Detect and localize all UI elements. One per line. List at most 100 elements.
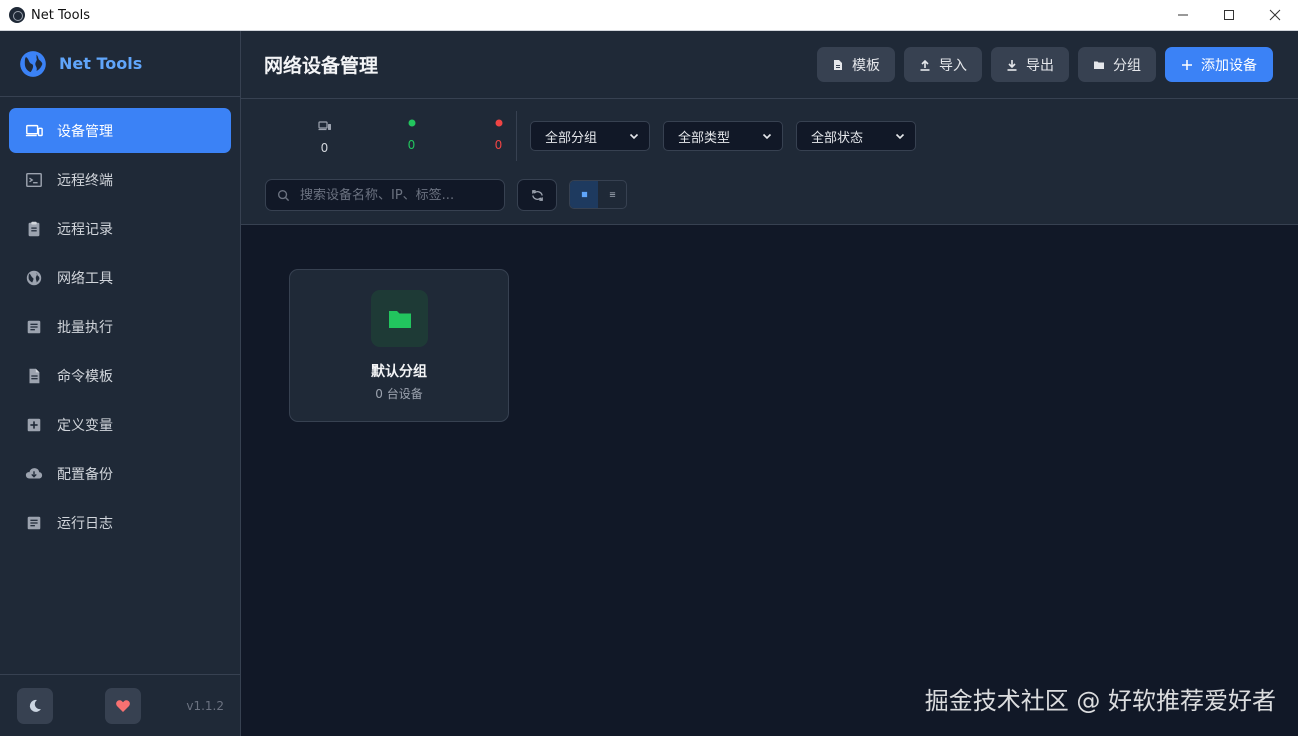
sidebar-item-label: 网络工具: [57, 270, 113, 287]
add-device-button-label: 添加设备: [1201, 57, 1257, 74]
devices-icon: [281, 119, 368, 133]
sidebar-item-batch-execute[interactable]: 批量执行: [9, 304, 231, 349]
view-toggle: [569, 180, 627, 209]
sidebar-item-remote-records[interactable]: 远程记录: [9, 206, 231, 251]
brand-name: Net Tools: [59, 54, 143, 73]
filter-panel: 0 0 0 全部分组 全部类型 全部状态: [241, 99, 1298, 225]
refresh-button[interactable]: [517, 179, 557, 211]
import-button[interactable]: 导入: [904, 47, 982, 82]
log-icon: [25, 514, 43, 532]
sidebar-item-define-variables[interactable]: 定义变量: [9, 402, 231, 447]
online-dot-icon: [368, 116, 455, 130]
close-button[interactable]: [1252, 0, 1298, 31]
app-icon: [9, 7, 25, 23]
sidebar-item-label: 运行日志: [57, 515, 113, 532]
page-title: 网络设备管理: [264, 55, 379, 77]
maximize-button[interactable]: [1206, 0, 1252, 31]
status-filter-value: 全部状态: [811, 130, 864, 146]
cloud-download-icon: [25, 465, 43, 483]
group-button-label: 分组: [1113, 57, 1141, 74]
sidebar-item-label: 定义变量: [57, 417, 113, 434]
group-name: 默认分组: [371, 364, 427, 380]
search-box: [265, 179, 505, 211]
group-card-icon-wrap: [371, 290, 428, 347]
folder-icon: [1094, 61, 1104, 69]
window-title: Net Tools: [31, 7, 90, 23]
document-icon: [834, 59, 842, 70]
status-filter-select[interactable]: 全部状态: [796, 121, 916, 151]
divider: [516, 111, 517, 161]
filter-selects: 全部分组 全部类型 全部状态: [530, 121, 916, 151]
grid-icon: [581, 191, 587, 198]
sidebar-item-device-management[interactable]: 设备管理: [9, 108, 231, 153]
search-icon: [277, 189, 290, 201]
download-icon: [1007, 59, 1017, 71]
page-header: 网络设备管理 模板 导入 导出 分组 添加设备: [241, 31, 1298, 99]
favorite-button[interactable]: [105, 687, 141, 724]
globe-icon: [25, 269, 43, 287]
heart-icon: [116, 699, 130, 712]
chevron-down-icon: [629, 133, 639, 140]
list-icon: [609, 192, 615, 197]
offline-dot-icon: [455, 116, 542, 130]
grid-view-button[interactable]: [570, 181, 598, 208]
sidebar-item-network-tools[interactable]: 网络工具: [9, 255, 231, 300]
add-device-button[interactable]: 添加设备: [1165, 47, 1273, 82]
sidebar-item-config-backup[interactable]: 配置备份: [9, 451, 231, 496]
type-filter-select[interactable]: 全部类型: [663, 121, 783, 151]
sidebar-footer: v1.1.2: [0, 674, 240, 736]
list-icon: [25, 318, 43, 336]
type-filter-value: 全部类型: [678, 130, 731, 146]
window-controls: [1160, 0, 1298, 31]
export-button-label: 导出: [1026, 57, 1054, 74]
stat-online: 0: [368, 116, 455, 155]
terminal-icon: [25, 171, 43, 189]
stat-offline: 0: [455, 116, 542, 155]
group-filter-value: 全部分组: [545, 130, 598, 146]
stat-online-value: 0: [407, 138, 416, 152]
sidebar-item-label: 设备管理: [57, 123, 113, 140]
template-button-label: 模板: [852, 57, 880, 74]
stat-total-value: 0: [320, 141, 329, 155]
theme-toggle-button[interactable]: [17, 687, 53, 724]
toolbar: 模板 导入 导出 分组 添加设备: [817, 47, 1273, 82]
plus-icon: [1182, 59, 1192, 70]
group-filter-select[interactable]: 全部分组: [530, 121, 650, 151]
sidebar-nav: 设备管理 远程终端 远程记录 网络工具 批量执行 命令模板 定义变量 配置备份 …: [0, 97, 240, 545]
export-button[interactable]: 导出: [991, 47, 1069, 82]
plus-box-icon: [25, 416, 43, 434]
stat-offline-value: 0: [494, 138, 503, 152]
search-input[interactable]: [300, 187, 490, 203]
group-card[interactable]: 默认分组 0 台设备: [289, 269, 509, 422]
sidebar-item-label: 远程终端: [57, 172, 113, 189]
folder-icon: [388, 310, 411, 328]
sidebar-item-run-logs[interactable]: 运行日志: [9, 500, 231, 545]
watermark-text: 掘金技术社区 @ 好软推荐爱好者: [924, 687, 1276, 715]
sidebar-item-label: 命令模板: [57, 368, 113, 385]
brand: Net Tools: [0, 31, 240, 97]
sidebar-item-command-templates[interactable]: 命令模板: [9, 353, 231, 398]
sidebar: Net Tools 设备管理 远程终端 远程记录 网络工具 批量执行 命令模板 …: [0, 31, 241, 736]
chevron-down-icon: [895, 133, 905, 140]
group-device-count: 0 台设备: [375, 387, 423, 401]
window-titlebar: Net Tools: [0, 0, 1298, 31]
sidebar-item-label: 批量执行: [57, 319, 113, 336]
stat-total: 0: [281, 119, 368, 155]
device-content: 默认分组 0 台设备 掘金技术社区 @ 好软推荐爱好者: [241, 225, 1298, 736]
list-view-button[interactable]: [598, 181, 626, 208]
template-button[interactable]: 模板: [817, 47, 895, 82]
chevron-down-icon: [762, 133, 772, 140]
sidebar-item-label: 配置备份: [57, 466, 113, 483]
moon-icon: [29, 699, 41, 712]
devices-icon: [25, 122, 43, 140]
upload-icon: [920, 59, 930, 71]
maximize-icon: [1224, 10, 1234, 20]
refresh-icon: [531, 189, 543, 201]
sidebar-item-label: 远程记录: [57, 221, 113, 238]
device-stats: 0 0 0: [281, 119, 542, 155]
minimize-button[interactable]: [1160, 0, 1206, 31]
group-button[interactable]: 分组: [1078, 47, 1156, 82]
document-icon: [25, 367, 43, 385]
close-icon: [1269, 9, 1281, 21]
sidebar-item-remote-terminal[interactable]: 远程终端: [9, 157, 231, 202]
